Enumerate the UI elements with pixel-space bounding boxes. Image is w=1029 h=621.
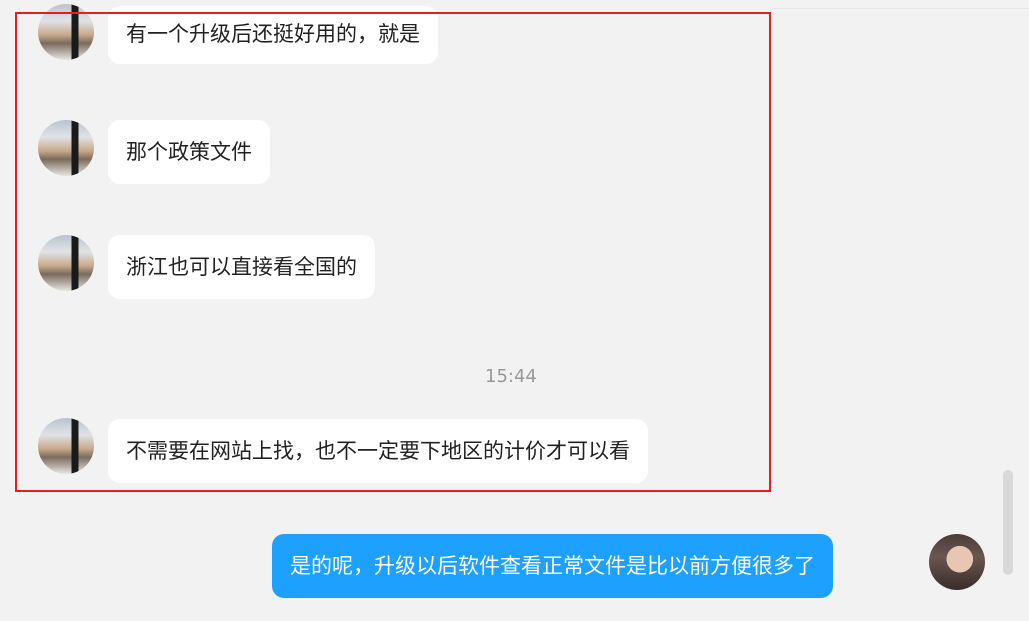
contact-avatar[interactable] xyxy=(38,418,94,474)
message-bubble[interactable]: 有一个升级后还挺好用的，就是 xyxy=(108,6,438,64)
divider xyxy=(770,8,1029,9)
contact-avatar[interactable] xyxy=(38,120,94,176)
message-timestamp: 15:44 xyxy=(485,366,537,387)
message-bubble[interactable]: 浙江也可以直接看全国的 xyxy=(108,235,375,299)
scrollbar[interactable] xyxy=(1003,470,1013,575)
my-avatar[interactable] xyxy=(929,534,985,590)
chat-area: 有一个升级后还挺好用的，就是 那个政策文件 浙江也可以直接看全国的 15:44 … xyxy=(0,0,1029,621)
contact-avatar[interactable] xyxy=(38,235,94,291)
contact-avatar[interactable] xyxy=(38,4,94,60)
message-bubble[interactable]: 那个政策文件 xyxy=(108,120,270,184)
message-bubble-outgoing[interactable]: 是的呢，升级以后软件查看正常文件是比以前方便很多了 xyxy=(272,534,833,598)
message-bubble[interactable]: 不需要在网站上找，也不一定要下地区的计价才可以看 xyxy=(108,419,648,483)
